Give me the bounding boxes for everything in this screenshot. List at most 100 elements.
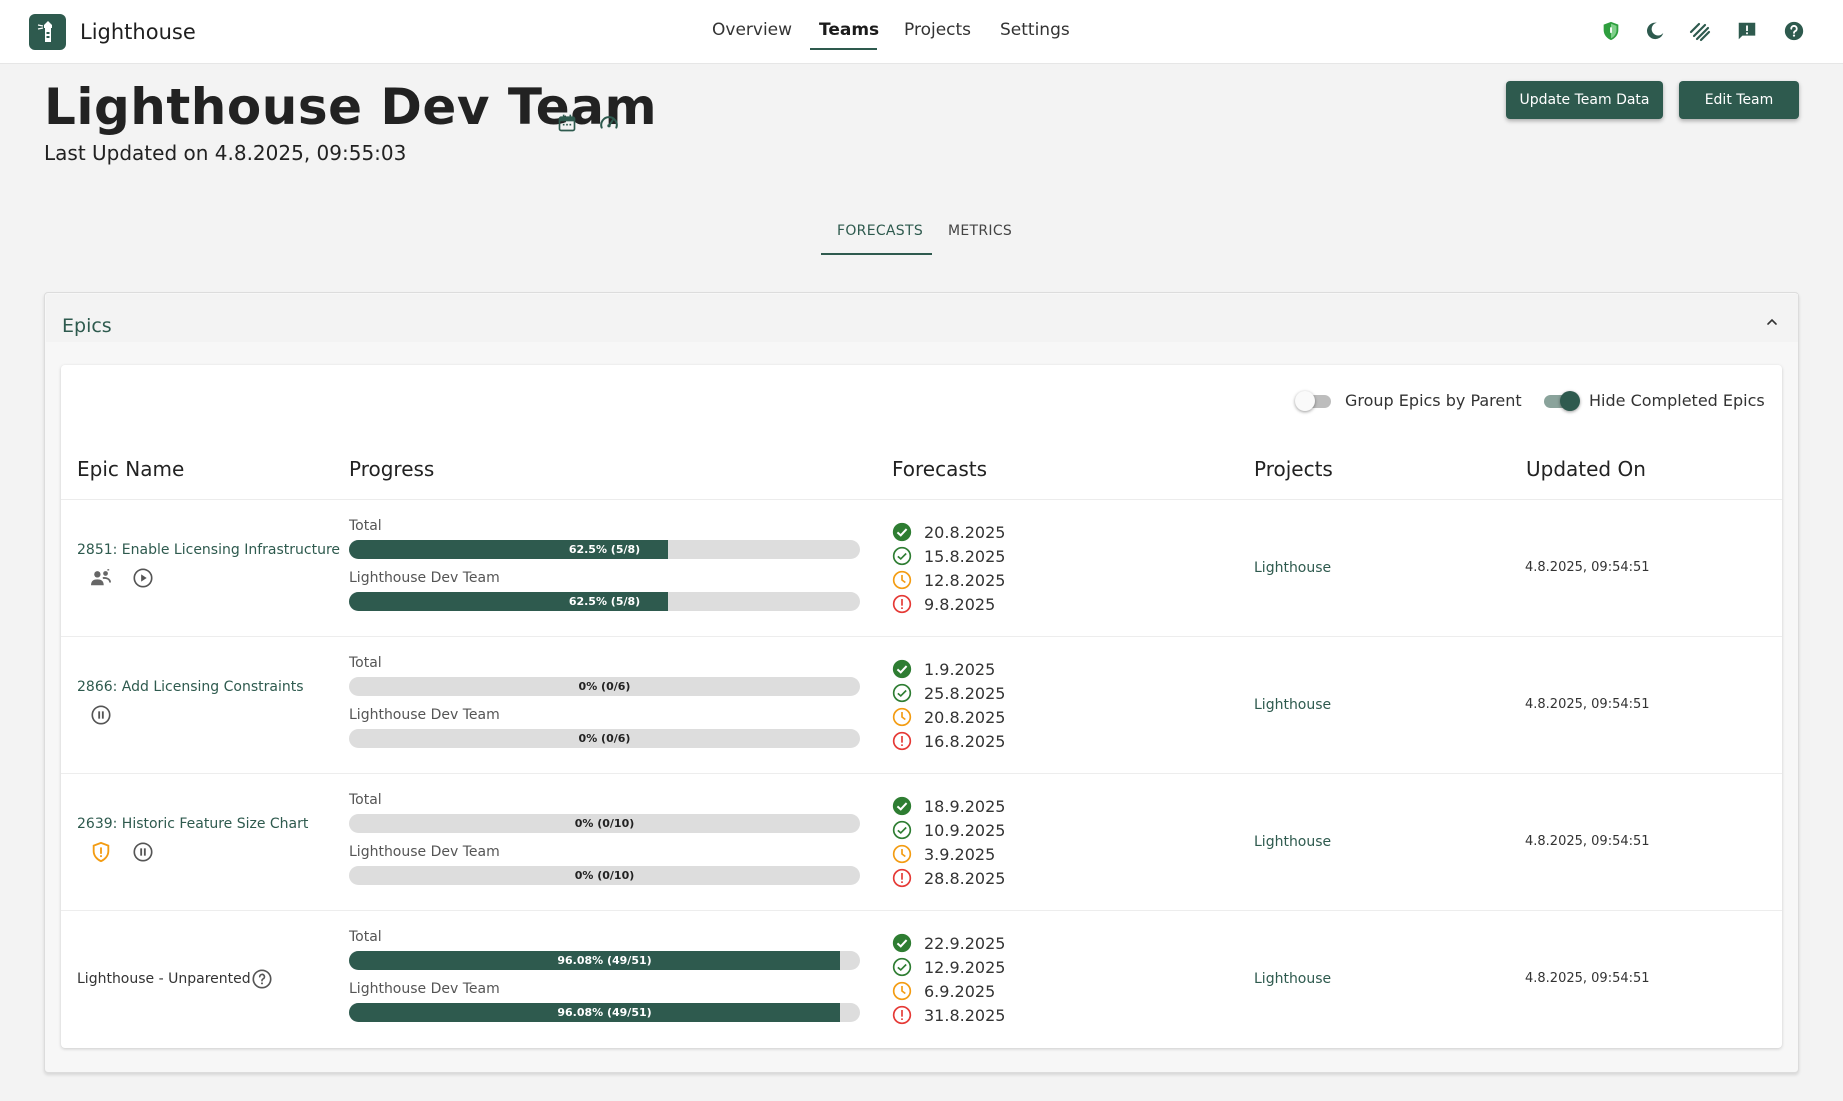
progress-team-label: Lighthouse Dev Team <box>349 981 500 997</box>
forecast-date: 22.9.2025 <box>924 934 1006 953</box>
team-icon <box>90 567 112 589</box>
check-circle-outline-icon <box>892 957 912 977</box>
check-circle-filled-icon <box>892 933 912 953</box>
epics-panel-header[interactable]: Epics <box>46 294 1798 342</box>
clock-icon <box>892 707 912 727</box>
forecast-date: 12.9.2025 <box>924 958 1006 977</box>
hide-completed-toggle[interactable] <box>1540 390 1580 412</box>
forecast-date: 20.8.2025 <box>924 708 1006 727</box>
progress-bar-team: 96.08% (49/51) <box>349 1003 860 1022</box>
table-row: 2851: Enable Licensing Infrastructure To… <box>61 500 1782 637</box>
lighthouse-logo-icon[interactable] <box>29 14 66 50</box>
progress-total-label: Total <box>349 655 382 671</box>
nav-projects[interactable]: Projects <box>904 20 971 40</box>
toggle-knob <box>1295 391 1315 411</box>
check-circle-filled-icon <box>892 796 912 816</box>
speed-icon[interactable] <box>598 112 620 134</box>
column-epic-name: Epic Name <box>77 457 185 481</box>
help-icon[interactable] <box>1782 19 1806 43</box>
progress-bar-team: 0% (0/6) <box>349 729 860 748</box>
tab-forecasts[interactable]: FORECASTS <box>837 223 923 239</box>
epic-name-text: Lighthouse - Unparented <box>77 971 251 987</box>
shield-icon[interactable] <box>1599 19 1623 43</box>
table-row: 2866: Add Licensing Constraints Total 0%… <box>61 637 1782 774</box>
calendar-icon[interactable] <box>556 112 578 134</box>
forecast-date: 9.8.2025 <box>924 595 996 614</box>
progress-bar-total: 96.08% (49/51) <box>349 951 860 970</box>
nav-settings[interactable]: Settings <box>1000 20 1070 40</box>
project-link[interactable]: Lighthouse <box>1254 834 1331 850</box>
forecast-date: 28.8.2025 <box>924 869 1006 888</box>
nav-teams[interactable]: Teams <box>819 20 879 40</box>
progress-bar-team: 0% (0/10) <box>349 866 860 885</box>
tab-metrics[interactable]: METRICS <box>948 223 1012 239</box>
epic-name-link[interactable]: 2866: Add Licensing Constraints <box>77 679 304 695</box>
progress-text: 0% (0/10) <box>574 869 635 882</box>
toggle-knob <box>1560 391 1580 411</box>
progress-text: 0% (0/6) <box>578 732 631 745</box>
progress-text: 62.5% (5/8) <box>568 595 641 608</box>
play-icon <box>132 567 154 589</box>
app-name[interactable]: Lighthouse <box>80 20 196 44</box>
nav-active-indicator <box>810 48 877 50</box>
hide-completed-label: Hide Completed Epics <box>1589 391 1765 410</box>
forecast-date: 6.9.2025 <box>924 982 996 1001</box>
epics-panel-title: Epics <box>62 315 112 337</box>
group-by-parent-toggle[interactable] <box>1295 390 1335 412</box>
forecast-date: 16.8.2025 <box>924 732 1006 751</box>
forecast-date: 10.9.2025 <box>924 821 1006 840</box>
edit-team-button[interactable]: Edit Team <box>1679 81 1799 119</box>
progress-text: 62.5% (5/8) <box>568 543 641 556</box>
nav-overview[interactable]: Overview <box>712 20 792 40</box>
progress-team-label: Lighthouse Dev Team <box>349 570 500 586</box>
project-link[interactable]: Lighthouse <box>1254 971 1331 987</box>
column-projects: Projects <box>1254 457 1333 481</box>
progress-total-label: Total <box>349 518 382 534</box>
error-circle-icon <box>892 594 912 614</box>
project-link[interactable]: Lighthouse <box>1254 560 1331 576</box>
progress-bar-total: 0% (0/6) <box>349 677 860 696</box>
last-updated-text: Last Updated on 4.8.2025, 09:55:03 <box>44 141 407 165</box>
update-team-data-button[interactable]: Update Team Data <box>1506 81 1663 119</box>
forecast-date: 12.8.2025 <box>924 571 1006 590</box>
warning-shield-icon <box>90 841 112 863</box>
pause-icon <box>132 841 154 863</box>
project-link[interactable]: Lighthouse <box>1254 697 1331 713</box>
progress-total-label: Total <box>349 929 382 945</box>
forecast-date: 3.9.2025 <box>924 845 996 864</box>
updated-on-value: 4.8.2025, 09:54:51 <box>1525 971 1650 986</box>
top-app-bar: Lighthouse Overview Teams Projects Setti… <box>0 0 1843 64</box>
progress-text: 0% (0/6) <box>578 680 631 693</box>
error-circle-icon <box>892 868 912 888</box>
feedback-icon[interactable] <box>1735 19 1759 43</box>
updated-on-value: 4.8.2025, 09:54:51 <box>1525 560 1650 575</box>
pause-icon <box>90 704 112 726</box>
chevron-up-icon[interactable] <box>1760 310 1784 334</box>
forecast-date: 18.9.2025 <box>924 797 1006 816</box>
check-circle-outline-icon <box>892 683 912 703</box>
updated-on-value: 4.8.2025, 09:54:51 <box>1525 834 1650 849</box>
updated-on-value: 4.8.2025, 09:54:51 <box>1525 697 1650 712</box>
progress-total-label: Total <box>349 792 382 808</box>
check-circle-filled-icon <box>892 659 912 679</box>
check-circle-filled-icon <box>892 522 912 542</box>
progress-bar-team: 62.5% (5/8) <box>349 592 860 611</box>
epic-name-link[interactable]: 2851: Enable Licensing Infrastructure <box>77 542 340 558</box>
forecast-date: 15.8.2025 <box>924 547 1006 566</box>
forecast-date: 25.8.2025 <box>924 684 1006 703</box>
clock-icon <box>892 981 912 1001</box>
column-forecasts: Forecasts <box>892 457 988 481</box>
column-progress: Progress <box>349 457 435 481</box>
progress-bar-total: 0% (0/10) <box>349 814 860 833</box>
clock-icon <box>892 570 912 590</box>
error-circle-icon <box>892 731 912 751</box>
check-circle-outline-icon <box>892 546 912 566</box>
progress-text: 0% (0/10) <box>574 817 635 830</box>
dark-mode-icon[interactable] <box>1643 19 1667 43</box>
progress-text: 96.08% (49/51) <box>557 1006 652 1019</box>
group-by-parent-label: Group Epics by Parent <box>1345 391 1522 410</box>
error-circle-icon <box>892 1005 912 1025</box>
progress-text: 96.08% (49/51) <box>557 954 652 967</box>
epic-name-link[interactable]: 2639: Historic Feature Size Chart <box>77 816 308 832</box>
broadcast-icon[interactable] <box>1688 19 1712 43</box>
